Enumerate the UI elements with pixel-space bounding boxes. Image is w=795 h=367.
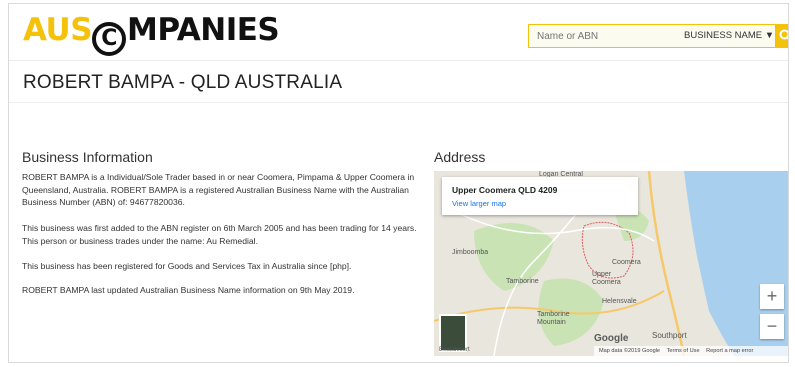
logo-companies: MPANIES (127, 12, 280, 48)
map-data-text: Map data ©2019 Google (599, 348, 661, 354)
map-label: Helensvale (602, 298, 637, 305)
zoom-in-button[interactable]: + (760, 284, 784, 309)
google-map[interactable]: Logan Central Jimboomba Tamborine Coomer… (434, 171, 788, 356)
site-header: AUSCMPANIES BUSINESS NAME ▼ (9, 4, 788, 61)
map-info-address: Upper Coomera QLD 4209 (452, 185, 558, 195)
page-frame: AUSCMPANIES BUSINESS NAME ▼ ROBERT BAMPA… (8, 3, 789, 363)
page-title: ROBERT BAMPA - QLD AUSTRALIA (23, 72, 343, 93)
map-label: Tamborine Mountain (537, 311, 570, 326)
search-bar: BUSINESS NAME ▼ (528, 24, 788, 48)
report-map-error-link[interactable]: Report a map error (706, 348, 753, 354)
site-logo[interactable]: AUS C MPANIES (23, 10, 280, 56)
logo-aus: AUS (23, 12, 93, 48)
map-label: Upper Coomera (592, 271, 621, 286)
terms-of-use-link[interactable]: Terms of Use (667, 348, 700, 354)
business-paragraph: This business was first added to the ABN… (22, 223, 417, 246)
map-label: Jimboomba (452, 249, 489, 256)
map-label: Tamborine (506, 278, 539, 285)
google-logo: Google (594, 333, 629, 344)
title-divider (9, 102, 788, 103)
business-paragraph: ROBERT BAMPA is a Individual/Sole Trader… (22, 172, 415, 208)
map-label: Beaudesert (439, 347, 470, 353)
business-info-heading: Business Information (22, 149, 153, 165)
view-larger-map-link[interactable]: View larger map (452, 199, 506, 208)
map-footer: Map data ©2019 Google Terms of Use Repor… (594, 346, 788, 356)
search-type-select[interactable]: BUSINESS NAME ▼ (684, 25, 774, 47)
map-label: Coomera (612, 259, 641, 266)
business-paragraph: ROBERT BAMPA last updated Australian Bus… (22, 285, 355, 295)
zoom-out-button[interactable]: − (760, 314, 784, 339)
logo-c-ring: C (92, 22, 127, 56)
map-label: Southport (652, 331, 687, 340)
map-info-box: Upper Coomera QLD 4209 View larger map (442, 177, 638, 215)
business-paragraph: This business has been registered for Go… (22, 261, 352, 271)
search-input[interactable] (529, 25, 675, 47)
address-heading: Address (434, 149, 486, 165)
search-button[interactable] (775, 24, 788, 48)
search-icon (779, 29, 788, 40)
